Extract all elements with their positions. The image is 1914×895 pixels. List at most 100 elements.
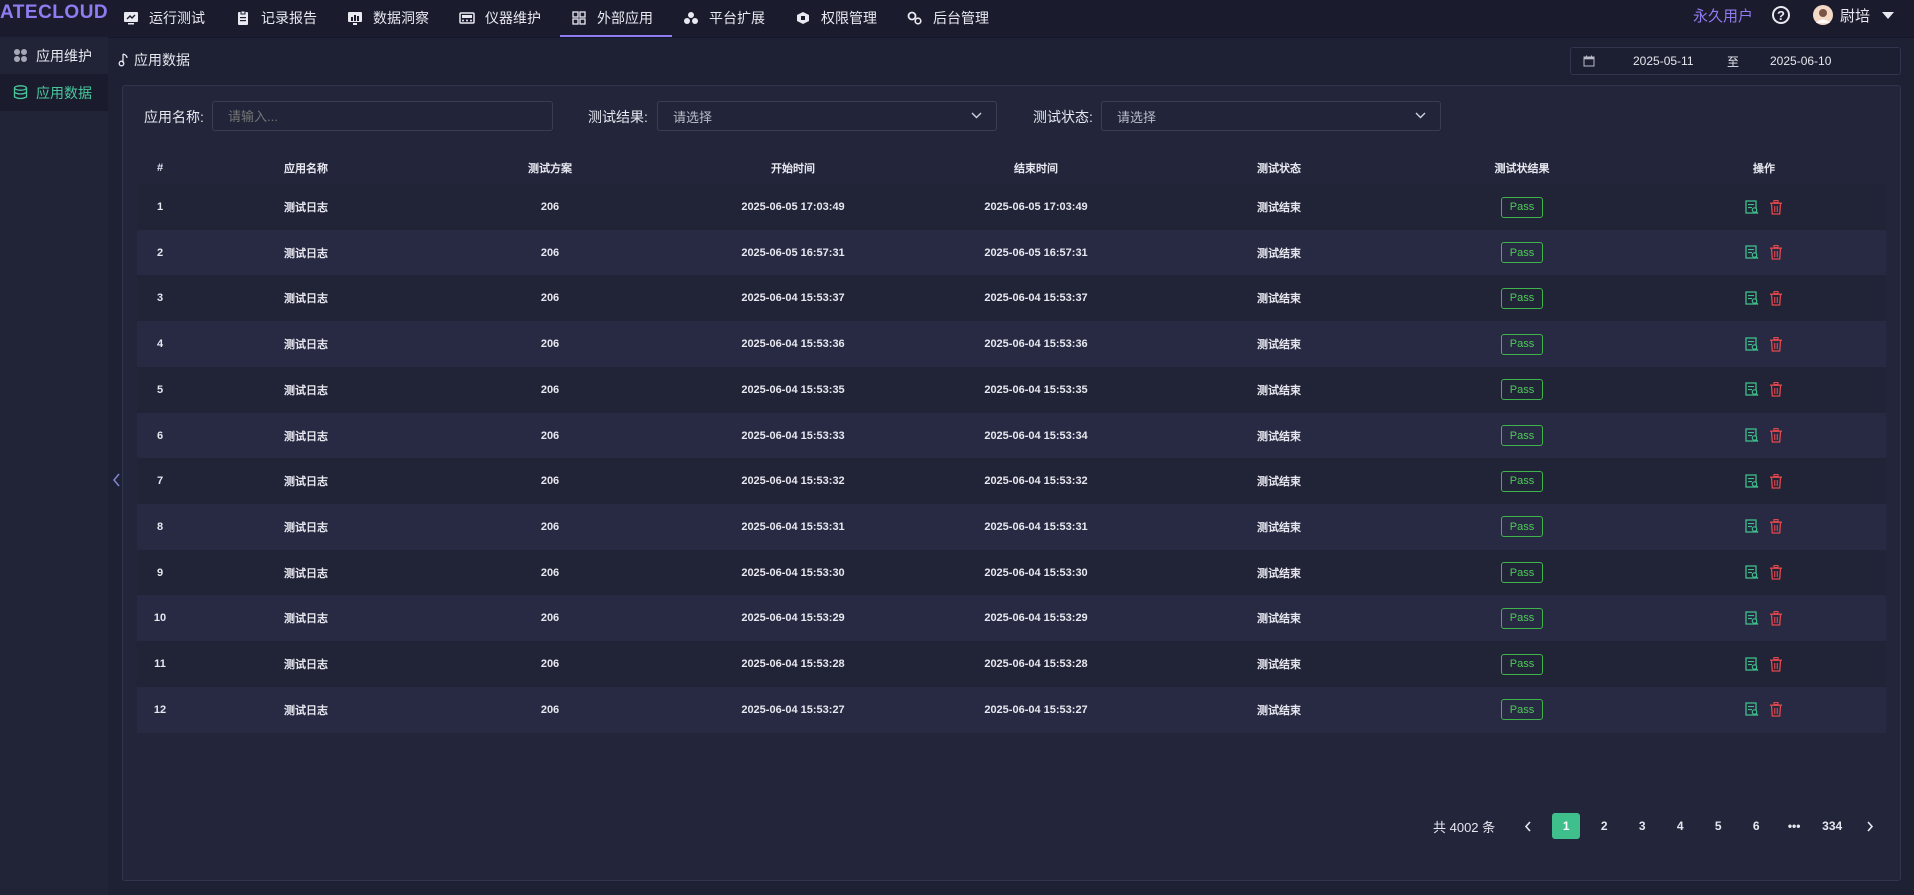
cell-test-status: 测试结束 <box>1257 567 1301 580</box>
grid-icon <box>572 10 586 25</box>
cell-actions <box>1745 230 1783 276</box>
delete-icon[interactable] <box>1769 382 1783 397</box>
extension-icon <box>684 11 698 24</box>
view-details-icon[interactable] <box>1745 474 1759 489</box>
cell-start-time: 2025-06-04 15:53:37 <box>741 292 845 305</box>
prev-page-button[interactable] <box>1514 813 1542 839</box>
app-logo: ATECLOUD <box>0 2 109 23</box>
next-page-button[interactable] <box>1856 813 1884 839</box>
status-badge: Pass <box>1501 242 1543 264</box>
page-button-1[interactable]: 1 <box>1552 813 1581 839</box>
delete-icon[interactable] <box>1769 290 1783 306</box>
status-badge: Pass <box>1501 287 1543 309</box>
cell-index: 7 <box>156 475 164 488</box>
cell-app-name: 测试日志 <box>284 384 328 397</box>
cell-test-status: 测试结束 <box>1257 247 1301 260</box>
cell-end-time: 2025-06-04 15:53:36 <box>984 338 1088 351</box>
cell-start-time: 2025-06-04 15:53:28 <box>741 658 845 670</box>
page-button-3[interactable]: 3 <box>1628 813 1656 839</box>
view-details-icon[interactable] <box>1745 611 1759 626</box>
cell-start-time: 2025-06-04 15:53:29 <box>741 612 845 625</box>
status-badge: Pass <box>1501 196 1543 218</box>
nav-item-platform-extension[interactable]: 平台扩展 <box>672 0 784 35</box>
nav-item-admin[interactable]: 后台管理 <box>896 0 1008 35</box>
cell-test-result: Pass <box>1501 550 1543 596</box>
view-details-icon[interactable] <box>1745 245 1759 260</box>
delete-icon[interactable] <box>1769 702 1783 717</box>
app-name-input[interactable] <box>212 101 553 131</box>
delete-icon[interactable] <box>1769 519 1783 535</box>
delete-icon[interactable] <box>1769 656 1783 672</box>
delete-icon[interactable] <box>1769 473 1783 489</box>
nav-item-external-apps[interactable]: 外部应用 <box>560 0 672 37</box>
header-test-plan: 测试方案 <box>528 162 572 175</box>
cell-actions <box>1745 595 1783 641</box>
delete-icon[interactable] <box>1769 565 1783 580</box>
cell-app-name: 测试日志 <box>284 476 328 489</box>
nav-item-records[interactable]: 记录报告 <box>224 0 336 35</box>
page-button-6[interactable]: 6 <box>1742 813 1770 839</box>
delete-icon[interactable] <box>1769 336 1783 352</box>
delete-icon[interactable] <box>1769 199 1783 215</box>
nav-item-instrument[interactable]: 仪器维护 <box>448 0 560 35</box>
table-row: 8 测试日志 206 2025-06-04 15:53:31 2025-06-04 15… <box>137 503 1886 550</box>
monitor-icon <box>124 11 138 24</box>
view-details-icon[interactable] <box>1745 428 1759 443</box>
cell-app-name: 测试日志 <box>284 202 328 214</box>
date-range-picker[interactable]: 2025-05-11 至 2025-06-10 <box>1570 47 1901 75</box>
nav-item-permission[interactable]: 权限管理 <box>784 0 896 35</box>
date-end[interactable]: 2025-06-10 <box>1770 54 1831 68</box>
delete-icon[interactable] <box>1769 428 1783 443</box>
view-details-icon[interactable] <box>1745 565 1759 580</box>
cell-test-plan: 206 <box>540 612 560 625</box>
cell-index: 12 <box>153 703 167 716</box>
cell-actions <box>1745 687 1783 733</box>
cell-end-time: 2025-06-04 15:53:34 <box>984 429 1088 442</box>
status-badge: Pass <box>1501 699 1543 721</box>
view-details-icon[interactable] <box>1745 702 1759 717</box>
view-details-icon[interactable] <box>1745 291 1759 306</box>
page-button-4[interactable]: 4 <box>1666 813 1694 839</box>
help-icon[interactable]: ? <box>1771 6 1790 24</box>
cell-actions <box>1745 413 1783 459</box>
date-start[interactable]: 2025-05-11 <box>1633 54 1727 68</box>
nav-label: 外部应用 <box>597 9 653 26</box>
nav-label: 后台管理 <box>933 9 989 26</box>
user-area: 永久用户 ? 尉培 <box>1693 0 1914 30</box>
page-ellipsis[interactable]: ••• <box>1780 813 1808 839</box>
page-button-5[interactable]: 5 <box>1704 813 1732 839</box>
view-details-icon[interactable] <box>1745 382 1759 397</box>
status-badge: Pass <box>1501 333 1543 355</box>
cell-test-status: 测试结束 <box>1257 613 1301 626</box>
nav-item-run-test[interactable]: 运行测试 <box>112 0 224 35</box>
view-details-icon[interactable] <box>1745 519 1759 534</box>
cell-test-plan: 206 <box>540 201 560 213</box>
nav-label: 平台扩展 <box>709 9 765 26</box>
cell-start-time: 2025-06-04 15:53:30 <box>741 566 845 579</box>
cell-test-result: Pass <box>1501 184 1543 230</box>
cell-index: 4 <box>156 338 164 351</box>
avatar[interactable] <box>1812 5 1833 25</box>
sidebar-item-app-maintenance[interactable]: 应用维护 <box>0 37 108 74</box>
status-badge: Pass <box>1501 425 1543 446</box>
view-details-icon[interactable] <box>1745 199 1759 215</box>
cell-start-time: 2025-06-05 17:03:49 <box>741 201 845 213</box>
delete-icon[interactable] <box>1769 610 1783 626</box>
table-row: 5 测试日志 206 2025-06-04 15:53:35 2025-06-04 15… <box>137 366 1886 413</box>
test-result-select[interactable]: 请选择 <box>657 101 997 131</box>
cell-end-time: 2025-06-04 15:53:28 <box>984 658 1088 670</box>
nav-item-data-insight[interactable]: 数据洞察 <box>336 0 448 35</box>
chevron-down-icon[interactable] <box>1882 11 1894 19</box>
cell-test-plan: 206 <box>540 338 560 351</box>
table-row: 1 测试日志 206 2025-06-05 17:03:49 2025-06-05 17… <box>137 184 1886 230</box>
cell-test-plan: 206 <box>540 475 560 488</box>
username[interactable]: 尉培 <box>1840 5 1870 26</box>
page-button-2[interactable]: 2 <box>1590 813 1618 839</box>
view-details-icon[interactable] <box>1745 656 1759 672</box>
sidebar-item-app-data[interactable]: 应用数据 <box>0 74 108 111</box>
pagination: 共 4002 条 1 2 3 4 5 6 ••• 334 <box>1433 813 1889 839</box>
view-details-icon[interactable] <box>1745 336 1759 352</box>
delete-icon[interactable] <box>1769 245 1783 260</box>
page-button-last[interactable]: 334 <box>1818 813 1846 839</box>
test-status-select[interactable]: 请选择 <box>1101 101 1441 131</box>
